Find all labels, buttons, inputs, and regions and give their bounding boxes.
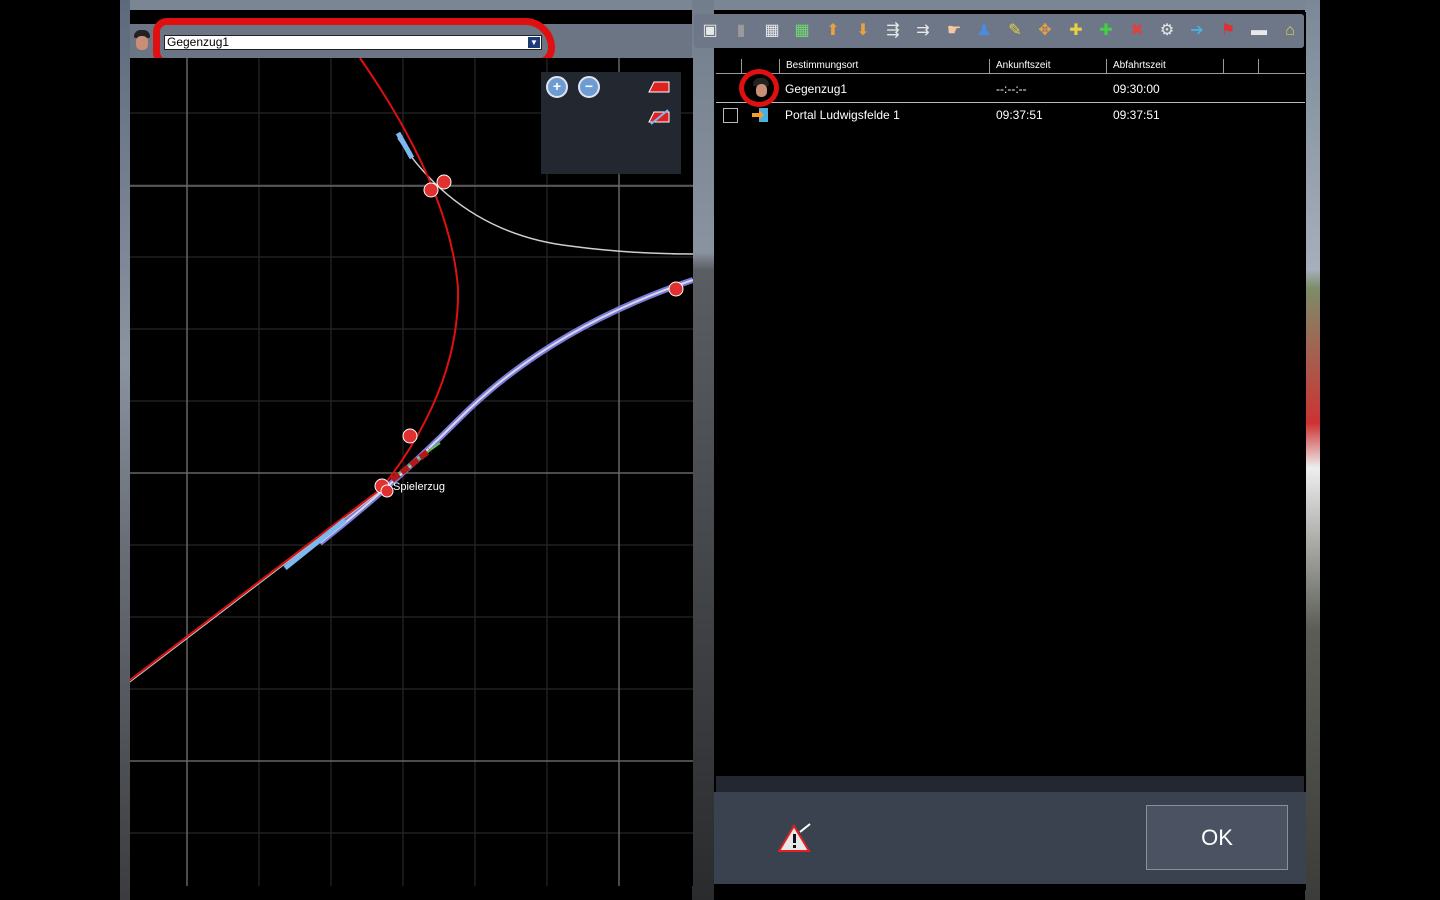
- ok-button[interactable]: OK: [1146, 805, 1288, 870]
- header-departure[interactable]: Abfahrtszeit: [1106, 59, 1223, 73]
- warning-icon[interactable]: [778, 822, 812, 854]
- edit-icon[interactable]: ✎: [1004, 20, 1026, 42]
- people-icon[interactable]: ♟: [973, 20, 995, 42]
- track-route-curve: [359, 58, 460, 489]
- table-row[interactable]: Gegenzug1 --:--:-- 09:30:00: [716, 76, 1305, 102]
- map-grid-major: [130, 58, 693, 886]
- add-yellow-icon[interactable]: ✚: [1065, 20, 1087, 42]
- track-signal-segment: [283, 518, 347, 570]
- highlight-annotation-driver: [739, 69, 779, 107]
- row-arrival: 09:37:51: [996, 108, 1043, 122]
- driver-icon: [132, 30, 152, 52]
- scenario-editor-screen: Gegenzug1 ▼ Spielerzug + − ▣ ▮ ▦ ▦ ⬆ ⬇ ⇶…: [0, 0, 1440, 900]
- settings-icon[interactable]: ⚙: [1156, 20, 1178, 42]
- marker-point[interactable]: [423, 182, 439, 198]
- row-checkbox[interactable]: [723, 108, 738, 123]
- toolbar: [694, 14, 1304, 48]
- marker-point[interactable]: [436, 174, 452, 190]
- panel-icon[interactable]: ▬: [1248, 20, 1270, 42]
- background-top: [120, 0, 1320, 10]
- join-icon[interactable]: ⇉: [912, 20, 934, 42]
- row-arrival: --:--:--: [996, 82, 1027, 96]
- grid-icon[interactable]: ▦: [761, 20, 783, 42]
- train-icon[interactable]: ⌂: [1279, 20, 1301, 42]
- network-icon[interactable]: ✥: [1034, 20, 1056, 42]
- map-markers: [374, 174, 684, 498]
- zoom-out-icon[interactable]: −: [578, 76, 600, 98]
- move-up-icon[interactable]: ⬆: [822, 20, 844, 42]
- header-extra-1: [1223, 59, 1258, 73]
- track-signal-segment-top: [395, 131, 415, 160]
- track-main-line: [319, 279, 693, 544]
- row-departure: 09:37:51: [1113, 108, 1160, 122]
- route-map[interactable]: Spielerzug: [130, 58, 693, 886]
- track-route-shadow: [130, 489, 383, 683]
- player-train-label: Spielerzug: [393, 481, 445, 493]
- marker-point[interactable]: [668, 281, 684, 297]
- map-canvas[interactable]: Spielerzug: [130, 58, 693, 886]
- grid-green-icon[interactable]: ▦: [791, 20, 813, 42]
- track-player-route: [318, 277, 693, 546]
- hand-icon[interactable]: ☛: [943, 20, 965, 42]
- zoom-in-icon[interactable]: +: [546, 76, 568, 98]
- add-green-icon[interactable]: ✚: [1095, 20, 1117, 42]
- row-departure: 09:30:00: [1113, 82, 1160, 96]
- save-icon[interactable]: ▣: [699, 20, 721, 42]
- header-extra-2: [1258, 59, 1304, 73]
- table-header: Bestimmungsort Ankunftszeit Abfahrtszeit: [716, 58, 1305, 74]
- marker-point[interactable]: [380, 484, 394, 498]
- flag-icon[interactable]: ⚑: [1217, 20, 1239, 42]
- marker-point[interactable]: [402, 428, 418, 444]
- move-down-icon[interactable]: ⬇: [852, 20, 874, 42]
- split-icon[interactable]: ⇶: [882, 20, 904, 42]
- background-left: [120, 0, 130, 900]
- track-route-line: [130, 487, 383, 681]
- bottom-scroll-track[interactable]: [716, 776, 1304, 792]
- background-right: [1305, 0, 1320, 900]
- remove-icon[interactable]: ✖: [1126, 20, 1148, 42]
- track-view-icon[interactable]: [646, 108, 672, 126]
- background-divider: [692, 0, 714, 900]
- delete-icon[interactable]: ▮: [730, 20, 752, 42]
- portal-icon: [752, 108, 768, 122]
- portal-icon[interactable]: ➔: [1186, 20, 1208, 42]
- row-destination: Gegenzug1: [785, 82, 848, 96]
- map-grid: [130, 58, 693, 886]
- row-destination: Portal Ludwigsfelde 1: [785, 108, 900, 122]
- train-view-icon[interactable]: [646, 78, 672, 96]
- header-arrival[interactable]: Ankunftszeit: [989, 59, 1106, 73]
- header-destination[interactable]: Bestimmungsort: [779, 59, 989, 73]
- table-row[interactable]: Portal Ludwigsfelde 1 09:37:51 09:37:51: [716, 102, 1305, 128]
- timetable-table: Bestimmungsort Ankunftszeit Abfahrtszeit…: [716, 58, 1305, 778]
